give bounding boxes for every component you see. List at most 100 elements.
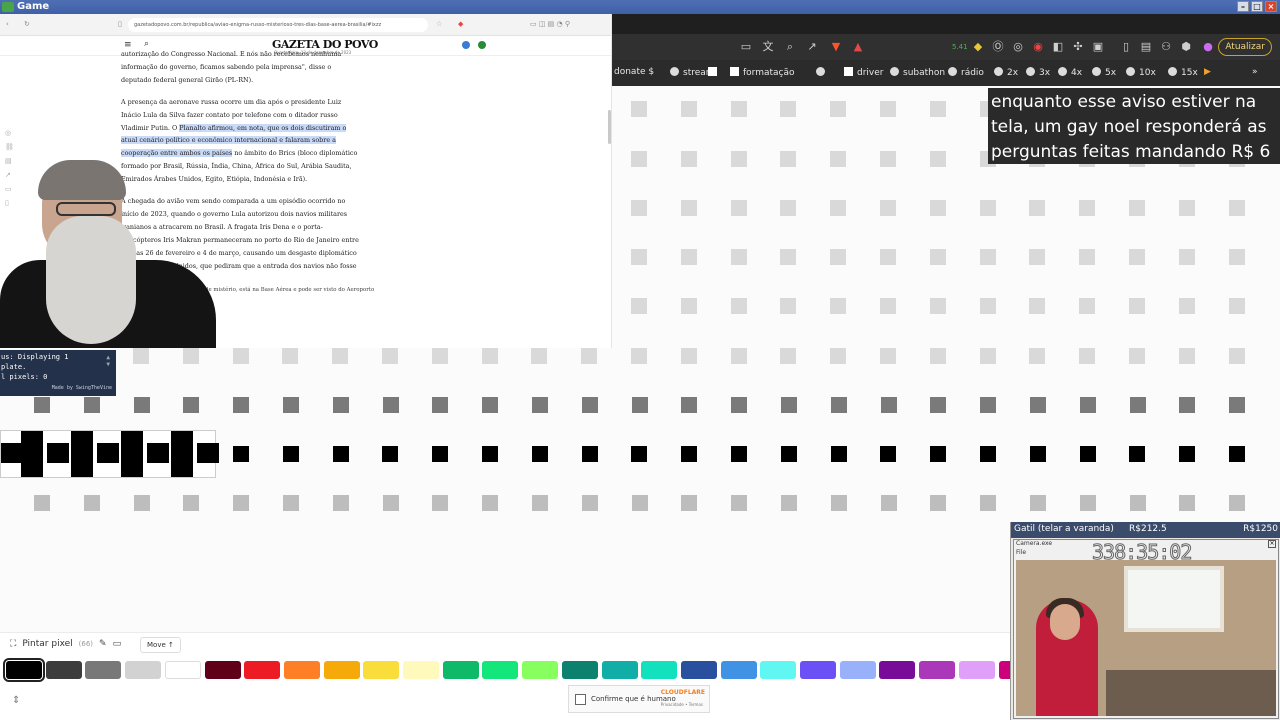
bookmark-10x[interactable]: 10x (1126, 67, 1156, 78)
pixel-cell[interactable] (432, 348, 448, 364)
camera-file-menu[interactable]: File (1016, 549, 1026, 556)
pixel-cell[interactable] (880, 200, 896, 216)
pixel-cell[interactable] (731, 151, 747, 167)
pixel-cell[interactable] (532, 446, 548, 462)
pixel-cell[interactable] (34, 397, 50, 413)
pixel-cell[interactable] (631, 249, 647, 265)
pixel-cell[interactable] (780, 200, 796, 216)
bookmark-5x[interactable]: 5x (1092, 67, 1116, 78)
pixel-cell[interactable] (133, 348, 149, 364)
ext-icon-6[interactable]: ▣ (1092, 41, 1104, 53)
color-swatch[interactable] (323, 661, 360, 679)
pixel-cell[interactable] (930, 495, 946, 511)
color-swatch[interactable] (363, 661, 400, 679)
pixel-cell[interactable] (780, 151, 796, 167)
pixel-cell[interactable] (880, 298, 896, 314)
pixel-cell[interactable] (532, 495, 548, 511)
color-swatch[interactable] (85, 661, 122, 679)
bookmark-15x[interactable]: 15x (1168, 67, 1198, 78)
pixel-cell[interactable] (681, 200, 697, 216)
pixel-cell[interactable] (631, 348, 647, 364)
pixel-cell[interactable] (383, 495, 399, 511)
pixel-cell[interactable] (1229, 495, 1245, 511)
ext-icon-7[interactable]: ▤ (1140, 41, 1152, 53)
bookmark-donate[interactable]: donate $ (614, 67, 654, 77)
color-swatch[interactable] (482, 661, 519, 679)
cast-icon[interactable]: ▭ (740, 41, 752, 53)
color-swatch[interactable] (760, 661, 797, 679)
pixel-cell[interactable] (881, 397, 897, 413)
color-swatch[interactable] (283, 661, 320, 679)
pixel-cell[interactable] (1179, 446, 1195, 462)
reload-icon[interactable]: ↻ (24, 20, 30, 28)
pixel-cell[interactable] (183, 348, 199, 364)
color-swatch[interactable] (125, 661, 162, 679)
pixel-cell[interactable] (1029, 348, 1045, 364)
ext-icon-9[interactable]: ⬢ (1180, 41, 1192, 53)
color-swatch[interactable] (601, 661, 638, 679)
minimize-button[interactable]: – (1237, 1, 1249, 12)
color-swatch[interactable] (919, 661, 956, 679)
captcha-links[interactable]: Privacidade • Termos (661, 702, 703, 707)
pixel-cell[interactable] (283, 446, 299, 462)
account-icon[interactable] (462, 41, 470, 49)
pixel-cell[interactable] (382, 348, 398, 364)
whatsapp-icon[interactable]: ◎ (5, 126, 15, 140)
pixel-cell[interactable] (631, 200, 647, 216)
color-swatch[interactable] (680, 661, 717, 679)
extension-icon[interactable]: ◆ (972, 41, 984, 53)
subscribe-icon[interactable] (478, 41, 486, 49)
pixel-cell[interactable] (880, 348, 896, 364)
pixel-cell[interactable] (780, 348, 796, 364)
pixel-cell[interactable] (780, 249, 796, 265)
pixel-cell[interactable] (980, 397, 996, 413)
sidebar-icon[interactable]: ▯ (1120, 41, 1132, 53)
bookmark-youtube[interactable]: ▶ (1204, 67, 1211, 77)
pixel-cell[interactable] (880, 446, 896, 462)
pixel-cell[interactable] (930, 200, 946, 216)
pixel-cell[interactable] (631, 151, 647, 167)
brave-shield-icon[interactable]: ▼ (830, 41, 842, 53)
pixel-cell[interactable] (731, 249, 747, 265)
color-swatch[interactable] (3, 658, 45, 682)
pixel-cell[interactable] (831, 495, 847, 511)
brave-rewards-icon[interactable]: ▲ (852, 41, 864, 53)
update-button[interactable]: Atualizar (1218, 38, 1272, 56)
move-button[interactable]: Move ↑ (140, 637, 181, 653)
ext-icon-2[interactable]: Ⓞ (992, 41, 1004, 53)
color-swatch[interactable] (561, 661, 598, 679)
pixel-cell[interactable] (631, 446, 647, 462)
pixel-cell[interactable] (681, 249, 697, 265)
pixel-cell[interactable] (1229, 298, 1245, 314)
color-swatch[interactable] (244, 661, 281, 679)
pixel-cell[interactable] (84, 397, 100, 413)
pixel-cell[interactable] (432, 495, 448, 511)
pixel-cell[interactable] (233, 495, 249, 511)
pixel-cell[interactable] (830, 101, 846, 117)
pixel-cell[interactable] (830, 151, 846, 167)
pixel-cell[interactable] (781, 446, 797, 462)
pixel-cell[interactable] (1229, 397, 1245, 413)
pixel-cell[interactable] (1179, 348, 1195, 364)
pixel-cell[interactable] (731, 397, 747, 413)
pixel-cell[interactable] (1179, 200, 1195, 216)
pixel-cell[interactable] (1030, 495, 1046, 511)
maximize-button[interactable]: □ (1251, 1, 1263, 12)
pixel-cell[interactable] (930, 298, 946, 314)
color-swatch[interactable] (800, 661, 836, 679)
site-info-icon[interactable]: ▯ (118, 20, 122, 28)
pixel-cell[interactable] (134, 495, 150, 511)
color-swatch[interactable] (720, 661, 757, 679)
pixel-cell[interactable] (84, 495, 100, 511)
pixel-cell[interactable] (780, 101, 796, 117)
pixel-cell[interactable] (432, 397, 448, 413)
pixel-cell[interactable] (1179, 495, 1195, 511)
pixel-cell[interactable] (781, 495, 797, 511)
pixel-cell[interactable] (731, 446, 747, 462)
pixel-cell[interactable] (482, 348, 498, 364)
pixel-cell[interactable] (332, 348, 348, 364)
pixel-cell[interactable] (681, 446, 697, 462)
pixel-cell[interactable] (233, 397, 249, 413)
pixel-cell[interactable] (482, 495, 498, 511)
pixel-cell[interactable] (632, 397, 648, 413)
